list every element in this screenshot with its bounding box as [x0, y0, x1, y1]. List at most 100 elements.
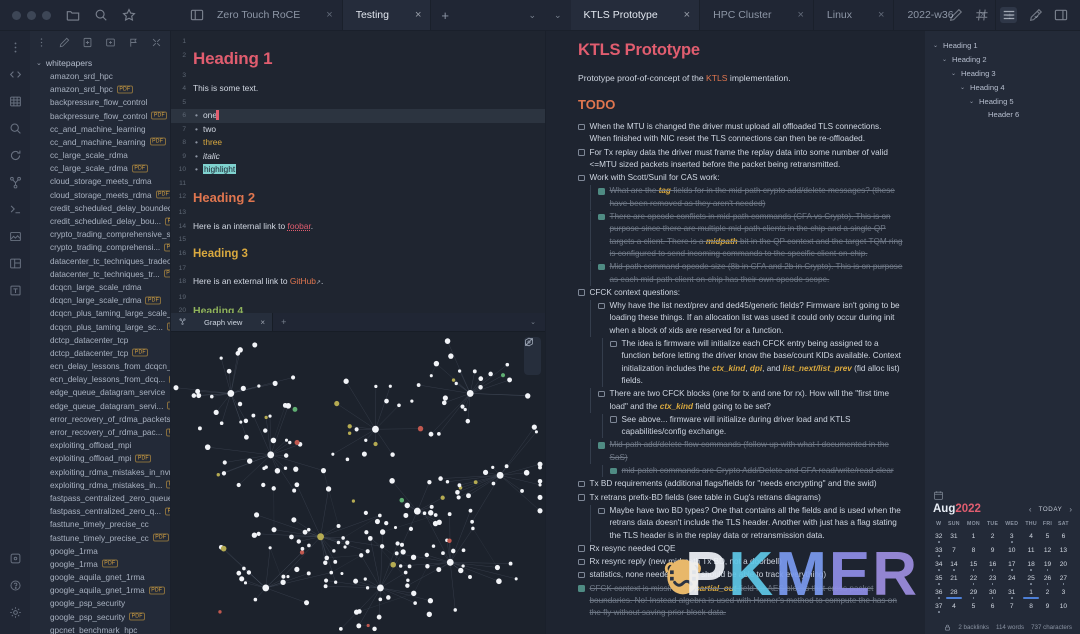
file-item[interactable]: credit_scheduled_delay_bounded_...	[30, 202, 170, 215]
checkbox-icon[interactable]	[578, 494, 585, 501]
outline-item[interactable]: ⌄ Heading 3	[933, 67, 1074, 81]
task-item[interactable]: Maybe have two BD types? One that contai…	[590, 504, 903, 542]
file-item[interactable]: ecn_delay_lessons_from_dcq...PDF	[30, 373, 170, 386]
file-item[interactable]: cloud_storage_meets_rdma	[30, 175, 170, 188]
calendar-day[interactable]: 31	[1002, 588, 1023, 602]
calendar-day[interactable]: 2	[984, 532, 1002, 546]
outline-item[interactable]: Header 6	[933, 108, 1074, 122]
forces-icon[interactable]	[525, 338, 538, 371]
calendar-day[interactable]: 31	[945, 532, 964, 546]
chevron-down-icon[interactable]: ⌄	[951, 70, 957, 77]
collapse-icon[interactable]	[151, 37, 162, 48]
graph-canvas[interactable]	[171, 332, 545, 634]
calendar-day[interactable]: 8	[963, 546, 984, 560]
file-item[interactable]: credit_scheduled_delay_bou...PDF	[30, 215, 170, 228]
chevron-down-icon[interactable]: ⌄	[960, 84, 966, 91]
close-icon[interactable]: ×	[260, 318, 265, 327]
ktls-link[interactable]: KTLS	[706, 73, 728, 83]
file-item[interactable]: gpcnet_benchmark_hpc	[30, 624, 170, 634]
next-month-button[interactable]: ›	[1069, 505, 1072, 514]
checkbox-icon[interactable]	[578, 480, 585, 488]
tab-graph-view[interactable]: Graph view ×	[171, 313, 274, 331]
calendar-day[interactable]: 26	[1040, 574, 1055, 588]
chevron-down-icon[interactable]: ⌄	[969, 98, 975, 105]
calendar-day[interactable]: 5	[963, 602, 984, 616]
checkbox-icon[interactable]	[610, 416, 617, 423]
checkbox-icon[interactable]	[578, 558, 585, 566]
new-folder-icon[interactable]	[105, 37, 116, 48]
file-item[interactable]: dctcp_datacenter_tcp	[30, 334, 170, 347]
internal-link[interactable]: foobar	[288, 221, 311, 231]
editor-line[interactable]: 15	[171, 233, 545, 247]
task-item[interactable]: There are opcode conflicts in mid-path c…	[590, 211, 903, 261]
file-item[interactable]: google_1rma	[30, 545, 170, 558]
close-icon[interactable]: ×	[415, 9, 421, 21]
graph-icon[interactable]	[4, 171, 26, 194]
task-item[interactable]: Work with Scott/Sunil for CAS work:	[578, 172, 903, 184]
tab-testing[interactable]: Testing ×	[342, 0, 432, 30]
calendar-day[interactable]: 14	[945, 560, 964, 574]
calendar-day[interactable]: 27	[1055, 574, 1072, 588]
today-button[interactable]: TODAY	[1039, 506, 1063, 513]
calendar-day[interactable]: 2	[1040, 588, 1055, 602]
right-panel-toggle-icon[interactable]	[1053, 0, 1080, 30]
calendar-day[interactable]: 19	[1040, 560, 1055, 574]
checkbox-icon[interactable]	[578, 174, 585, 182]
editor-line[interactable]: 12 Heading 2	[171, 190, 545, 206]
file-item[interactable]: amazon_srd_hpc PDF	[30, 83, 170, 96]
task-item[interactable]: CFCK context questions:	[578, 287, 903, 299]
editor-line[interactable]: 19	[171, 291, 545, 305]
file-list[interactable]: ⌄ whitepapers amazon_srd_hpc amazon_srd_h…	[30, 54, 170, 634]
editor-line[interactable]: 16 Heading 3	[171, 247, 545, 262]
close-window-button[interactable]	[12, 10, 21, 20]
file-item[interactable]: google_aquila_gnet_1rma	[30, 571, 170, 584]
checkbox-icon[interactable]	[598, 507, 605, 514]
task-item[interactable]: See above... firmware will initialize du…	[602, 413, 903, 439]
minimize-window-button[interactable]	[27, 10, 36, 20]
search-icon[interactable]	[4, 117, 26, 140]
outline-item[interactable]: ⌄ Heading 1	[933, 39, 1074, 53]
calendar-day[interactable]: 1	[963, 532, 984, 546]
calendar-day[interactable]: 30	[984, 588, 1002, 602]
calendar-day[interactable]: 13	[1055, 546, 1072, 560]
new-note-icon[interactable]	[59, 37, 70, 48]
file-item[interactable]: exploiting_offload_mpi	[30, 439, 170, 452]
calendar-day[interactable]: 24	[1002, 574, 1023, 588]
task-item[interactable]: CFCK context is missing the partial_out …	[578, 583, 903, 620]
task-item[interactable]: For Tx replay data the driver must frame…	[578, 147, 903, 172]
calendar-day[interactable]: 6	[1055, 532, 1072, 546]
editor-line[interactable]: 7 two	[171, 123, 545, 137]
editor-line[interactable]: 3	[171, 69, 545, 83]
kanban-icon[interactable]	[4, 252, 26, 275]
new-graph-tab-button[interactable]: +	[273, 313, 294, 331]
outline-item[interactable]: ⌄ Heading 4	[933, 80, 1074, 94]
file-item[interactable]: cc_and_machine_learning PDF	[30, 136, 170, 149]
close-icon[interactable]: ×	[878, 9, 884, 21]
file-item[interactable]: crypto_trading_comprehensi...PDF	[30, 241, 170, 254]
file-item[interactable]: datacenter_tc_techniques_tradeoffs	[30, 254, 170, 267]
pen-icon[interactable]	[1028, 8, 1043, 23]
calendar-day[interactable]: 28	[945, 588, 964, 602]
hash-icon[interactable]	[974, 8, 989, 23]
file-item[interactable]: fastpass_centralized_zero_q...PDF	[30, 505, 170, 518]
calendar-day[interactable]: 7	[1002, 602, 1023, 616]
calendar-day[interactable]: 16	[984, 560, 1002, 574]
task-item[interactable]: The idea is firmware will initialize eac…	[602, 338, 903, 388]
editor-line[interactable]: 11	[171, 177, 545, 191]
editor-line[interactable]: 14 Here is an internal link to foobar.	[171, 220, 545, 234]
checkbox-checked-icon[interactable]	[598, 263, 605, 271]
editor-line[interactable]: 13	[171, 206, 545, 220]
editor-line[interactable]: 1	[171, 35, 545, 49]
sync-icon[interactable]	[4, 144, 26, 167]
file-item[interactable]: dcqcn_large_scale_rdma	[30, 281, 170, 294]
calendar-day[interactable]: 6	[984, 602, 1002, 616]
file-item[interactable]: fasttune_timely_precise_cc PDF	[30, 531, 170, 544]
checkbox-icon[interactable]	[598, 302, 605, 310]
file-item[interactable]: edge_queue_datagram_service	[30, 386, 170, 399]
task-item[interactable]: mid-patch commands are Crypto Add/Delete…	[602, 465, 903, 478]
chevron-down-icon[interactable]: ⌄	[933, 42, 939, 49]
file-item[interactable]: datacenter_tc_techniques_tr...PDF	[30, 268, 170, 281]
file-item[interactable]: dcqcn_plus_taming_large_sc...PDF	[30, 320, 170, 333]
image-icon[interactable]	[4, 225, 26, 248]
tab-hpc-cluster[interactable]: HPC Cluster ×	[700, 0, 814, 30]
